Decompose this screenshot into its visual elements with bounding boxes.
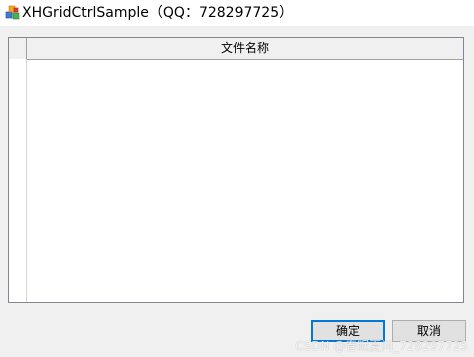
column-header-file-name[interactable]: 文件名称 [27,38,463,59]
grid-corner-cell[interactable] [9,38,27,59]
grid-header-row: 文件名称 [9,38,463,60]
window-title: XHGridCtrlSample（QQ：728297725） [22,5,294,21]
cancel-button[interactable]: 取消 [392,320,466,342]
title-bar[interactable]: XHGridCtrlSample（QQ：728297725） [0,0,474,26]
grid-row-header-column [9,59,27,302]
ok-button[interactable]: 确定 [311,320,385,342]
file-grid[interactable]: 文件名称 [8,37,464,303]
app-cubes-icon [5,5,21,21]
